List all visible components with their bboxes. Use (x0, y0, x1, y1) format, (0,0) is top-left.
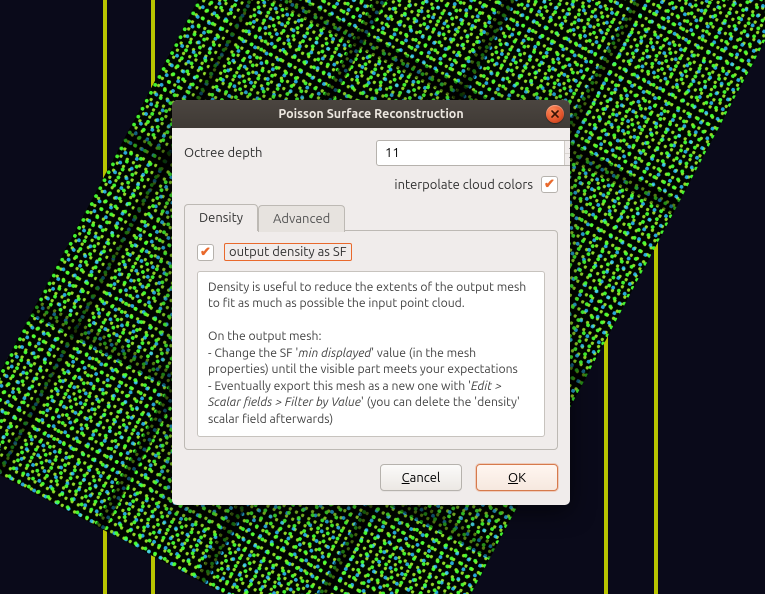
interpolate-colors-label: interpolate cloud colors (394, 178, 533, 192)
tab-panel-density: output density as SF Density is useful t… (184, 230, 558, 450)
output-density-checkbox[interactable] (197, 244, 214, 261)
dialog-title: Poisson Surface Reconstruction (278, 107, 463, 121)
tab-advanced[interactable]: Advanced (258, 205, 345, 232)
dialog-titlebar[interactable]: Poisson Surface Reconstruction (172, 100, 570, 128)
octree-depth-spinbox[interactable] (376, 140, 570, 166)
close-button[interactable] (546, 105, 564, 123)
tab-density[interactable]: Density (184, 204, 258, 231)
chevron-up-icon (569, 145, 571, 149)
octree-depth-label: Octree depth (184, 146, 376, 160)
density-info-text: Density is useful to reduce the extents … (197, 271, 545, 437)
cancel-button[interactable]: Cancel (380, 464, 462, 491)
chevron-down-icon (569, 157, 571, 161)
ok-button[interactable]: OK (476, 464, 558, 491)
close-icon (551, 110, 559, 118)
octree-depth-step-down[interactable] (565, 154, 570, 166)
octree-depth-step-up[interactable] (565, 141, 570, 154)
interpolate-colors-checkbox[interactable] (541, 176, 558, 193)
octree-depth-input[interactable] (377, 141, 564, 165)
tabs: Density Advanced (184, 203, 558, 230)
poisson-reconstruction-dialog: Poisson Surface Reconstruction Octree de… (172, 100, 570, 505)
output-density-label: output density as SF (224, 243, 352, 261)
